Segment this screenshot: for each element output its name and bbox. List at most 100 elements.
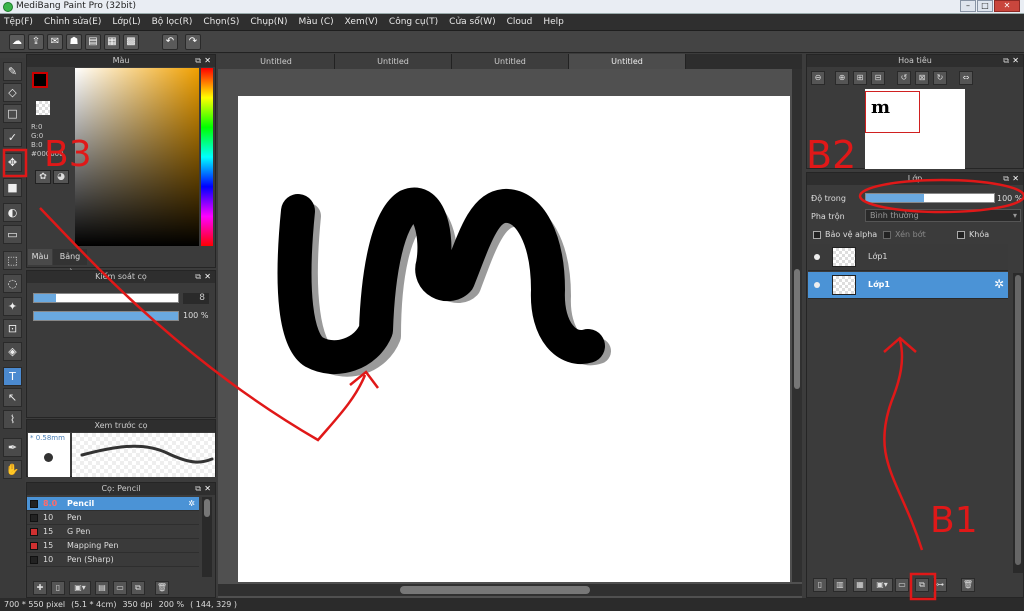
popout-icon[interactable]: ⧉ [195, 55, 201, 67]
menu-tools[interactable]: Công cụ(T) [389, 17, 438, 27]
delete-layer-icon[interactable]: 🗑 [961, 578, 975, 592]
brush-item[interactable]: 8.0 Pencil ✲ [27, 497, 199, 511]
trash-icon[interactable]: 🗑 [155, 581, 169, 595]
brush-item[interactable]: 15 Mapping Pen [27, 539, 199, 553]
eraser-tool-icon[interactable]: ◇ [3, 83, 22, 102]
duplicate-layer-icon[interactable]: ⧉ [915, 578, 929, 592]
menu-edit[interactable]: Chỉnh sửa(E) [44, 17, 101, 27]
popout-icon[interactable]: ⧉ [195, 271, 201, 283]
rect-select-icon[interactable]: ⬚ [3, 251, 22, 270]
menu-layer[interactable]: Lớp(L) [112, 17, 140, 27]
blend-mode-select[interactable]: Bình thường ▾ [865, 209, 1021, 222]
hand-tool-icon[interactable]: ✋ [3, 460, 22, 479]
operation-tool-icon[interactable]: ↖ [3, 388, 22, 407]
cloud-icon[interactable]: ☁ [9, 34, 25, 50]
canvas-horizontal-scrollbar[interactable] [218, 584, 802, 596]
brush-item[interactable]: 10 Pen [27, 511, 199, 525]
brush-menu-icon[interactable]: ▣▾ [69, 581, 91, 595]
new-8bit-layer-icon[interactable]: ▦ [853, 578, 867, 592]
gradient-tool-icon[interactable]: ▭ [3, 225, 22, 244]
popout-icon[interactable]: ⧉ [1003, 173, 1009, 185]
tab-untitled[interactable]: Untitled [218, 54, 335, 69]
tab-untitled[interactable]: Untitled [335, 54, 452, 69]
color-mix-icon[interactable]: ◕ [53, 170, 69, 184]
hue-slider[interactable] [201, 68, 213, 246]
popout-icon[interactable]: ⧉ [195, 483, 201, 495]
panels-icon[interactable]: ▩ [123, 34, 139, 50]
menu-cloud[interactable]: Cloud [507, 17, 533, 27]
undo-icon[interactable]: ↶ [162, 34, 178, 50]
gear-icon[interactable]: ✲ [994, 277, 1004, 291]
new-layer-icon[interactable]: ▯ [813, 578, 827, 592]
text-tool-icon[interactable]: T [3, 367, 22, 386]
pen-tool-icon[interactable]: ✒ [3, 438, 22, 457]
redo-icon[interactable]: ↷ [185, 34, 201, 50]
select-eraser-icon[interactable]: ◈ [3, 342, 22, 361]
menu-color[interactable]: Màu (C) [299, 17, 334, 27]
zoom-in-icon[interactable]: ⊕ [835, 71, 849, 85]
menu-filter[interactable]: Bộ lọc(R) [152, 17, 193, 27]
foreground-swatch[interactable] [32, 72, 48, 88]
zoom-out-icon[interactable]: ⊖ [811, 71, 825, 85]
maximize-button[interactable]: □ [977, 0, 993, 12]
close-button[interactable]: ✕ [994, 0, 1020, 12]
layer-folder-icon[interactable]: ▭ [895, 578, 909, 592]
zoom-minus-icon[interactable]: ⊟ [871, 71, 885, 85]
comment-icon[interactable]: ✉ [47, 34, 63, 50]
bucket-tool-icon[interactable]: ◐ [3, 203, 22, 222]
navigator-thumbnail[interactable]: m [865, 89, 965, 169]
eye-icon[interactable] [814, 282, 820, 288]
drawing-canvas[interactable] [238, 96, 790, 582]
menu-window[interactable]: Cửa sổ(W) [449, 17, 495, 27]
layer-opacity-slider[interactable] [865, 193, 995, 203]
layer-row[interactable]: Lớp1 [808, 244, 1008, 271]
close-icon[interactable]: ✕ [204, 483, 211, 495]
document-icon[interactable]: ▤ [85, 34, 101, 50]
brush-item[interactable]: 10 Pen (Sharp) [27, 553, 199, 567]
tab-color[interactable]: Màu [28, 249, 52, 265]
layer-menu-icon[interactable]: ▣▾ [871, 578, 893, 592]
menu-select[interactable]: Chọn(S) [203, 17, 239, 27]
canvas-vertical-scrollbar[interactable] [792, 69, 802, 582]
folder-icon[interactable]: ▭ [113, 581, 127, 595]
saturation-value-field[interactable] [75, 68, 199, 246]
lock-checkbox[interactable] [957, 231, 965, 239]
add-brush-icon[interactable]: ✚ [33, 581, 47, 595]
new-halftone-layer-icon[interactable]: ▥ [833, 578, 847, 592]
menu-capture[interactable]: Chụp(N) [250, 17, 287, 27]
layer-list-scrollbar[interactable] [1013, 273, 1023, 573]
popout-icon[interactable]: ⧉ [1003, 55, 1009, 67]
brush-size-slider[interactable] [33, 293, 179, 303]
close-icon[interactable]: ✕ [204, 271, 211, 283]
eye-icon[interactable] [814, 254, 820, 260]
close-icon[interactable]: ✕ [1012, 173, 1019, 185]
flip-icon[interactable]: ⇔ [959, 71, 973, 85]
merge-down-icon[interactable]: ⊶ [933, 578, 947, 592]
brush-item[interactable]: 15 G Pen [27, 525, 199, 539]
brush-doc-icon[interactable]: ▤ [95, 581, 109, 595]
share-icon[interactable]: ☗ [66, 34, 82, 50]
brush-settings-icon[interactable]: ✲ [188, 497, 195, 511]
brush-opacity-slider[interactable] [33, 311, 179, 321]
magic-wand-icon[interactable]: ✦ [3, 297, 22, 316]
rotate-right-icon[interactable]: ↻ [933, 71, 947, 85]
menu-view[interactable]: Xem(V) [345, 17, 378, 27]
grid-icon[interactable]: ▦ [104, 34, 120, 50]
rect-tool-icon[interactable]: □ [3, 104, 22, 123]
alpha-protect-checkbox[interactable] [813, 231, 821, 239]
close-icon[interactable]: ✕ [1012, 55, 1019, 67]
menu-help[interactable]: Help [543, 17, 564, 27]
tab-palette[interactable]: Bảng màu [53, 249, 87, 277]
reset-rotate-icon[interactable]: ⊠ [915, 71, 929, 85]
rotate-left-icon[interactable]: ↺ [897, 71, 911, 85]
fit-icon[interactable]: ⊞ [853, 71, 867, 85]
select-brush-icon[interactable]: ⊡ [3, 319, 22, 338]
close-icon[interactable]: ✕ [204, 55, 211, 67]
duplicate-icon[interactable]: ⧉ [131, 581, 145, 595]
brush-size-value[interactable]: 8 [183, 293, 209, 304]
layer-row-selected[interactable]: Lớp1 ✲ [808, 272, 1008, 299]
brush-tool-icon[interactable]: ✎ [3, 62, 22, 81]
brush-list-scrollbar[interactable] [202, 497, 212, 577]
upload-icon[interactable]: ⇪ [28, 34, 44, 50]
tab-untitled-active[interactable]: Untitled [569, 54, 686, 69]
